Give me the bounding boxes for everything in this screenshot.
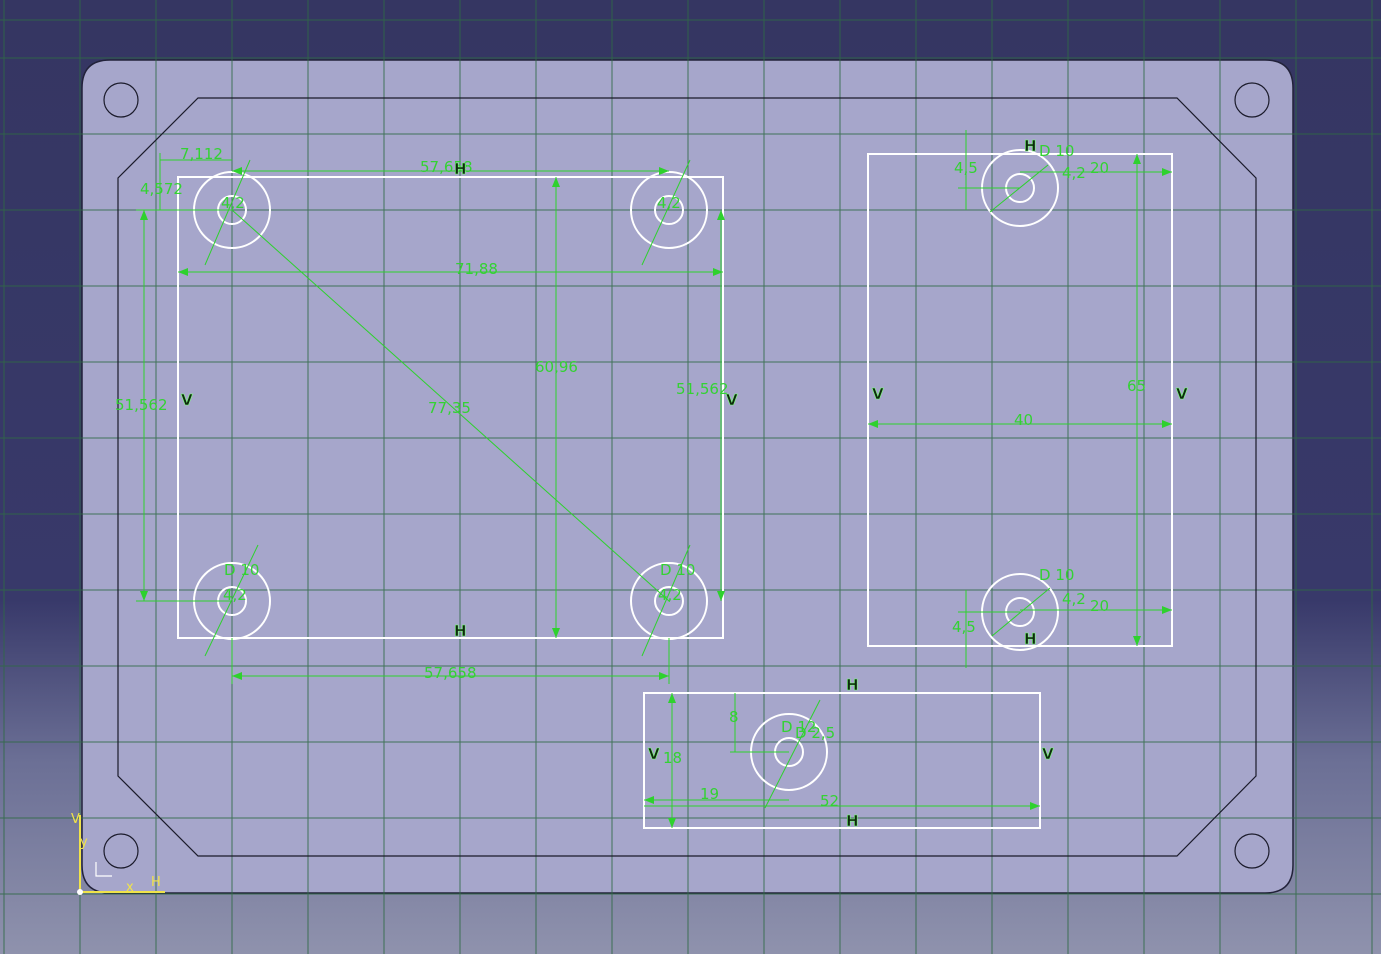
constraint-h-bottom-bottom[interactable]: H — [846, 812, 859, 831]
dim-right-width-40[interactable]: 40 — [1014, 411, 1033, 429]
dim-bottom-span[interactable]: 57,658 — [424, 664, 477, 682]
dim-bottom-19[interactable]: 19 — [700, 785, 719, 803]
dim-hole-tr[interactable]: 4,2 — [657, 194, 681, 212]
dim-right-top-small[interactable]: 4,2 — [1062, 164, 1086, 182]
constraint-h-left-top[interactable]: H — [454, 160, 467, 179]
axis-x-label: x — [126, 880, 134, 895]
axis-y-label: y — [80, 835, 88, 850]
dim-hole-br-d[interactable]: D 10 — [660, 561, 695, 579]
dim-left-height[interactable]: 51,562 — [115, 396, 168, 414]
constraint-v-left-right[interactable]: V — [726, 391, 739, 410]
dim-right-bottom-x[interactable]: 20 — [1090, 597, 1109, 615]
dim-diagonal[interactable]: 77,35 — [428, 399, 471, 417]
dim-right-top-offset[interactable]: 4,5 — [954, 159, 978, 177]
constraint-h-left-bottom[interactable]: H — [454, 622, 467, 641]
dim-right-height-65[interactable]: 65 — [1127, 377, 1146, 395]
constraint-v-bottom-left[interactable]: V — [648, 745, 661, 764]
constraint-h-right-top[interactable]: H — [1024, 137, 1037, 156]
dim-plate-height[interactable]: 60,96 — [535, 358, 578, 376]
dim-right-bottom-d[interactable]: D 10 — [1039, 566, 1074, 584]
dim-right-height[interactable]: 51,562 — [676, 380, 729, 398]
dim-hole-bl[interactable]: 4,2 — [223, 586, 247, 604]
dim-right-top-d[interactable]: D 10 — [1039, 142, 1074, 160]
dim-hole-br[interactable]: 4,2 — [658, 586, 682, 604]
constraint-v-left-left[interactable]: V — [181, 391, 194, 410]
dim-top-left-x[interactable]: 7,112 — [180, 145, 223, 163]
axis-v-label: V — [71, 812, 80, 827]
dim-right-bottom-small[interactable]: 4,2 — [1062, 590, 1086, 608]
constraint-v-right-right[interactable]: V — [1176, 385, 1189, 404]
axis-h-label: H — [151, 875, 161, 890]
constraint-v-right-left[interactable]: V — [872, 385, 885, 404]
dim-right-top-x[interactable]: 20 — [1090, 159, 1109, 177]
dim-plate-width[interactable]: 71,88 — [455, 260, 498, 278]
constraint-h-right-bottom[interactable]: H — [1024, 630, 1037, 649]
dim-top-left-y[interactable]: 4,572 — [140, 180, 183, 198]
dim-hole-tl[interactable]: 4,2 — [221, 194, 245, 212]
dim-bottom-52[interactable]: 52 — [820, 792, 839, 810]
constraint-v-bottom-right[interactable]: V — [1042, 745, 1055, 764]
dim-bottom-8[interactable]: 8 — [729, 708, 739, 726]
dim-hole-bl-d[interactable]: D 10 — [224, 561, 259, 579]
constraint-h-bottom-top[interactable]: H — [846, 676, 859, 695]
dim-right-bottom-offset[interactable]: 4,5 — [952, 618, 976, 636]
dim-bottom-hole-small[interactable]: D 2,5 — [795, 724, 835, 742]
sketch-viewport[interactable]: 7,112 4,572 57,658 71,88 60,96 51,562 51… — [0, 0, 1381, 954]
dim-bottom-18[interactable]: 18 — [663, 749, 682, 767]
sketch-canvas[interactable]: 7,112 4,572 57,658 71,88 60,96 51,562 51… — [0, 0, 1381, 954]
